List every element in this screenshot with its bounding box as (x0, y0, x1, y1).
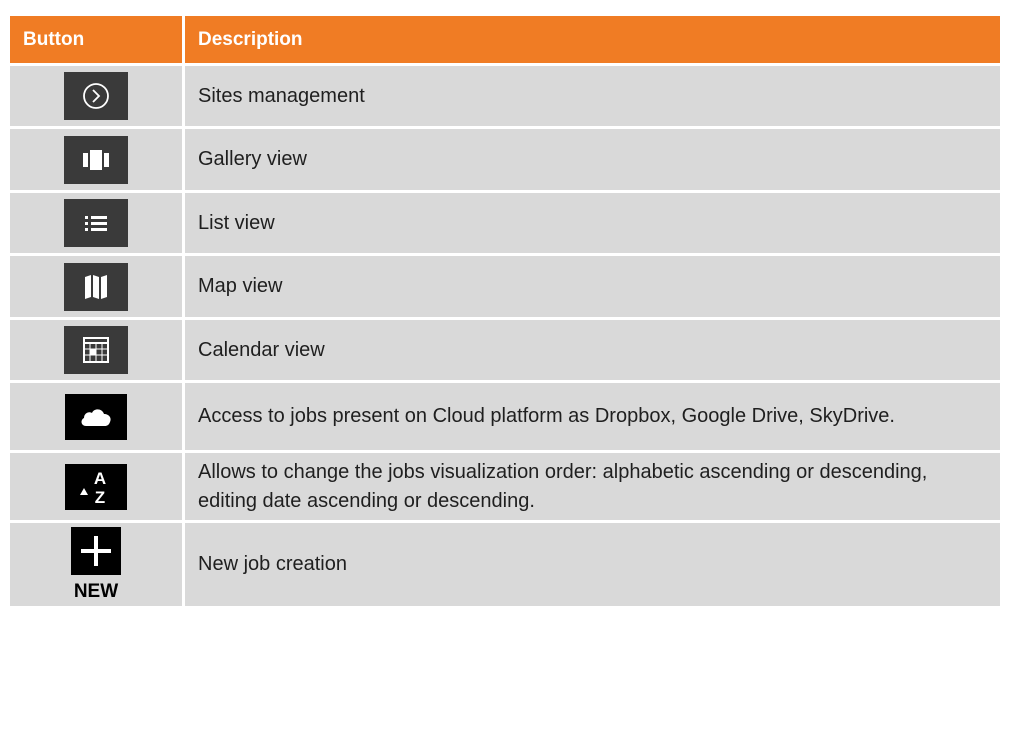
row-description: List view (182, 193, 1000, 253)
table-row: Map view (10, 253, 1000, 317)
table-header: Button Description (10, 16, 1000, 63)
gallery-view-button[interactable] (64, 135, 128, 184)
plus-icon (81, 535, 111, 566)
header-description: Description (182, 16, 1000, 63)
cloud-icon (81, 408, 111, 426)
list-icon (85, 216, 107, 231)
row-description: Calendar view (182, 320, 1000, 380)
new-job-button[interactable]: NEW (71, 526, 121, 603)
row-description: Gallery view (182, 129, 1000, 190)
sort-order-button[interactable]: A Z (65, 463, 127, 510)
list-view-button[interactable] (64, 199, 128, 247)
header-button: Button (23, 28, 85, 50)
table-row: Sites management (10, 63, 1000, 126)
buttons-table: Button Description Sites management Gall… (10, 16, 1000, 606)
cloud-button[interactable] (65, 393, 127, 440)
map-view-button[interactable] (64, 262, 128, 311)
row-description: Access to jobs present on Cloud platform… (182, 383, 1000, 450)
new-label: NEW (73, 580, 119, 602)
table-row: Access to jobs present on Cloud platform… (10, 380, 1000, 450)
table-row: NEW New job creation (10, 520, 1000, 606)
sort-letter-z: Z (95, 488, 105, 507)
sites-management-button[interactable] (64, 72, 128, 120)
row-description: Sites management (182, 66, 1000, 126)
sort-letter-a: A (94, 469, 106, 488)
row-description: New job creation (182, 523, 1000, 606)
row-description: Allows to change the jobs visualization … (182, 453, 1000, 520)
row-description: Map view (182, 256, 1000, 317)
gallery-icon (83, 149, 109, 170)
map-icon (85, 274, 107, 299)
sort-az-icon: A Z (80, 469, 106, 507)
table-row: A Z Allows to change the jobs visualizat… (10, 450, 1000, 520)
chevron-circle-right-icon (83, 83, 109, 109)
calendar-icon (83, 337, 109, 363)
table-row: Calendar view (10, 317, 1000, 380)
table-row: List view (10, 190, 1000, 253)
table-row: Gallery view (10, 126, 1000, 190)
calendar-view-button[interactable] (64, 326, 128, 374)
